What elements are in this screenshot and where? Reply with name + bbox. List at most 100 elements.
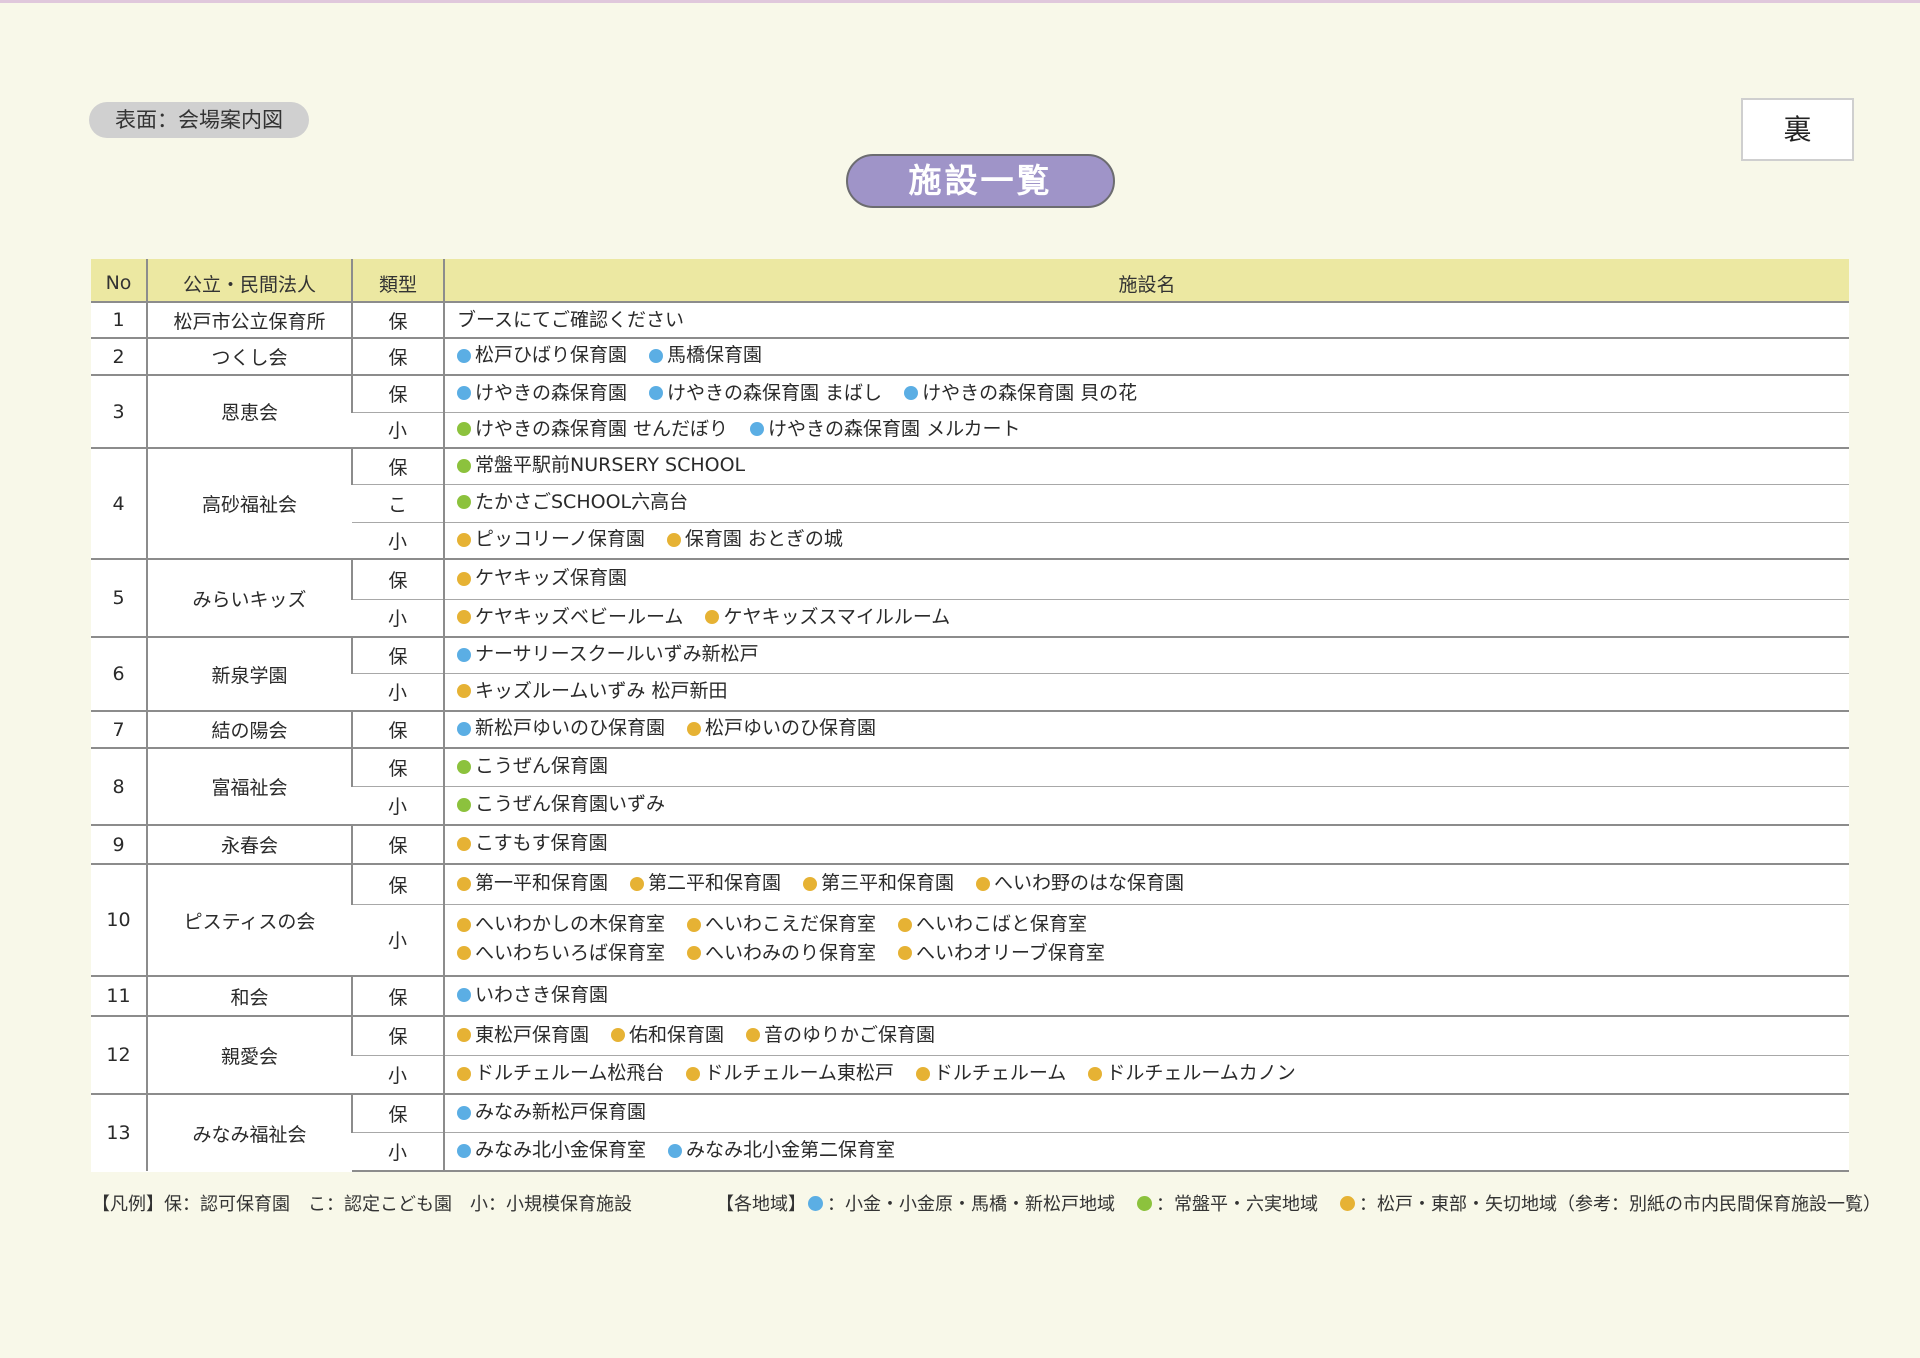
table-row: 9 永春会保 こすもす保育園: [91, 824, 1849, 864]
table-row: 1 松戸市公立保育所保ブースにてご確認ください: [91, 302, 1849, 338]
facility-item: へいわこえだ保育室: [687, 911, 876, 938]
row-facility-names: キッズルームいずみ 松戸新田: [443, 672, 1849, 711]
region-dot-icon: [808, 1195, 823, 1211]
row-type: 保: [351, 636, 444, 673]
region-dot-icon: [457, 684, 471, 698]
facility-item: へいわみのり保育室: [687, 940, 876, 967]
row-type: 保: [351, 863, 444, 904]
facility-name: 佑和保育園: [629, 1023, 725, 1046]
facility-item: へいわオリーブ保育室: [898, 940, 1105, 967]
row-type: 保: [351, 337, 444, 375]
region-dot-icon: [686, 1066, 701, 1081]
row-facility-names: ブースにてご確認ください: [443, 302, 1849, 338]
table-row: 小へいわかしの木保育室 へいわこえだ保育室 へいわこばと保育室 へいわちいろば保育室へ…: [91, 903, 1849, 976]
facility-item: 第三平和保育園: [803, 870, 954, 897]
facility-name: ドルチェルーム松飛台: [475, 1062, 665, 1084]
region-dot-icon: [705, 610, 720, 624]
region-dot-icon: [457, 946, 471, 961]
facility-name: へいわかしの木保育室: [475, 913, 666, 936]
facility-item: こすもす保育園: [457, 830, 608, 857]
row-type: 保: [351, 747, 444, 786]
facility-line: ケヤキッズ保育園: [457, 565, 1849, 594]
region-dot-icon: [457, 836, 471, 851]
facility-line: キッズルームいずみ 松戸新田: [457, 678, 1849, 707]
facility-line: こすもす保育園: [457, 830, 1849, 859]
row-organization: 松戸市公立保育所: [146, 302, 352, 338]
row-organization: 恩恵会: [146, 374, 352, 448]
facility-item: 松戸ゆいのひ保育園: [687, 715, 876, 742]
row-number: 7: [91, 710, 147, 748]
row-facility-names: 第一平和保育園 第二平和保育園 第三平和保育園 へいわ野のはな保育園: [443, 863, 1849, 904]
facility-name: へいわオリーブ保育室: [916, 941, 1105, 964]
row-number: 10: [91, 863, 147, 976]
facility-item: ナーサリースクールいずみ新松戸: [457, 641, 759, 668]
row-facility-names: こうぜん保育園いずみ: [443, 785, 1849, 825]
row-organization: 永春会: [146, 824, 352, 864]
table-row: 13 みなみ福祉会保 みなみ新松戸保育園: [91, 1093, 1849, 1171]
row-facility-names: たかさごSCHOOL六高台: [443, 483, 1849, 522]
row-type: 小: [352, 521, 444, 559]
legend-types: 【凡例】保：認可保育園 こ：認定こども園 小：小規模保育施設: [92, 1194, 632, 1215]
row-organization: つくし会: [146, 337, 352, 375]
row-facility-names: いわさき保育園: [443, 975, 1849, 1016]
facility-line: 第一平和保育園 第二平和保育園 第三平和保育園 へいわ野のはな保育園: [457, 870, 1849, 899]
facility-item: ブースにてご確認ください: [457, 307, 684, 334]
row-facility-names: ケヤキッズベビールーム ケヤキッズスマイルルーム: [443, 598, 1849, 637]
region-dot-icon: [457, 348, 471, 363]
facility-item: へいわ野のはな保育園: [976, 870, 1184, 897]
row-type: 保: [351, 975, 444, 1016]
row-facility-names: こうぜん保育園: [443, 747, 1849, 786]
facility-item: いわさき保育園: [457, 982, 608, 1009]
table-row: 小 けやきの森保育園 せんだぼり けやきの森保育園 メルカート: [91, 411, 1849, 448]
facility-name: みなみ新松戸保育園: [475, 1101, 647, 1123]
facility-item: こうぜん保育園: [457, 753, 608, 780]
facility-line: へいわちいろば保育室 へいわみのり保育室 へいわオリーブ保育室: [457, 940, 1849, 969]
facility-name: 馬橋保育園: [667, 344, 763, 367]
facility-name: へいわみのり保育室: [705, 941, 877, 964]
row-organization: 新泉学園: [146, 636, 352, 711]
facility-name: ドルチェルーム: [933, 1062, 1067, 1084]
row-number: 5: [91, 558, 147, 637]
facility-item: ケヤキッズベビールーム: [457, 604, 683, 631]
facility-line: こうぜん保育園いずみ: [457, 791, 1849, 820]
facility-item: ケヤキッズ保育園: [457, 565, 627, 592]
row-type: 保: [351, 824, 444, 864]
region-dot-icon: [687, 721, 702, 736]
row-number: 8: [91, 747, 147, 825]
row-organization: 高砂福祉会: [146, 447, 352, 559]
row-organization: 親愛会: [146, 1015, 352, 1094]
facility-line: たかさごSCHOOL六高台: [457, 489, 1849, 518]
region-dot-icon: [457, 988, 471, 1003]
facility-name: みなみ北小金保育室: [475, 1139, 647, 1161]
row-facility-names: 常盤平駅前NURSERY SCHOOL: [443, 447, 1849, 484]
facility-name: ピッコリーノ保育園: [475, 528, 645, 550]
row-type: 保: [351, 302, 444, 338]
facility-item: 佑和保育園: [611, 1022, 724, 1049]
region-dot-icon: [750, 422, 765, 436]
region-dot-icon: [457, 610, 471, 624]
header-org: 公立・民間法人: [146, 259, 352, 303]
region-dot-icon: [668, 1143, 683, 1158]
region-dot-icon: [898, 946, 913, 961]
row-type: 小: [352, 903, 444, 976]
row-facility-names: 新松戸ゆいのひ保育園 松戸ゆいのひ保育園: [443, 710, 1849, 748]
region-dot-icon: [1088, 1066, 1103, 1081]
facility-item: 馬橋保育園: [649, 342, 762, 369]
table-row: 6 新泉学園保 ナーサリースクールいずみ新松戸: [91, 636, 1849, 711]
row-number: 13: [91, 1093, 147, 1171]
facility-name: 第一平和保育園: [475, 872, 609, 894]
row-number: 3: [91, 374, 147, 448]
row-facility-names: みなみ新松戸保育園: [443, 1093, 1849, 1132]
facility-item: 音のゆりかご保育園: [746, 1022, 935, 1049]
table-row: 11 和会保 いわさき保育園: [91, 975, 1849, 1016]
facility-line: 松戸ひばり保育園 馬橋保育園: [457, 342, 1849, 371]
page-title: 施設一覧: [846, 154, 1115, 208]
header-no: No: [91, 259, 147, 303]
facility-item: 東松戸保育園: [457, 1022, 589, 1049]
table-row: 10 ピスティスの会保 第一平和保育園 第二平和保育園 第三平和保育園 へいわ野のはな保育…: [91, 863, 1849, 976]
facility-item: へいわかしの木保育室: [457, 911, 665, 938]
row-organization: みらいキッズ: [146, 558, 352, 637]
facility-name: たかさごSCHOOL六高台: [475, 490, 689, 513]
facility-item: こうぜん保育園いずみ: [457, 791, 665, 818]
region-dot-icon: [457, 721, 471, 736]
